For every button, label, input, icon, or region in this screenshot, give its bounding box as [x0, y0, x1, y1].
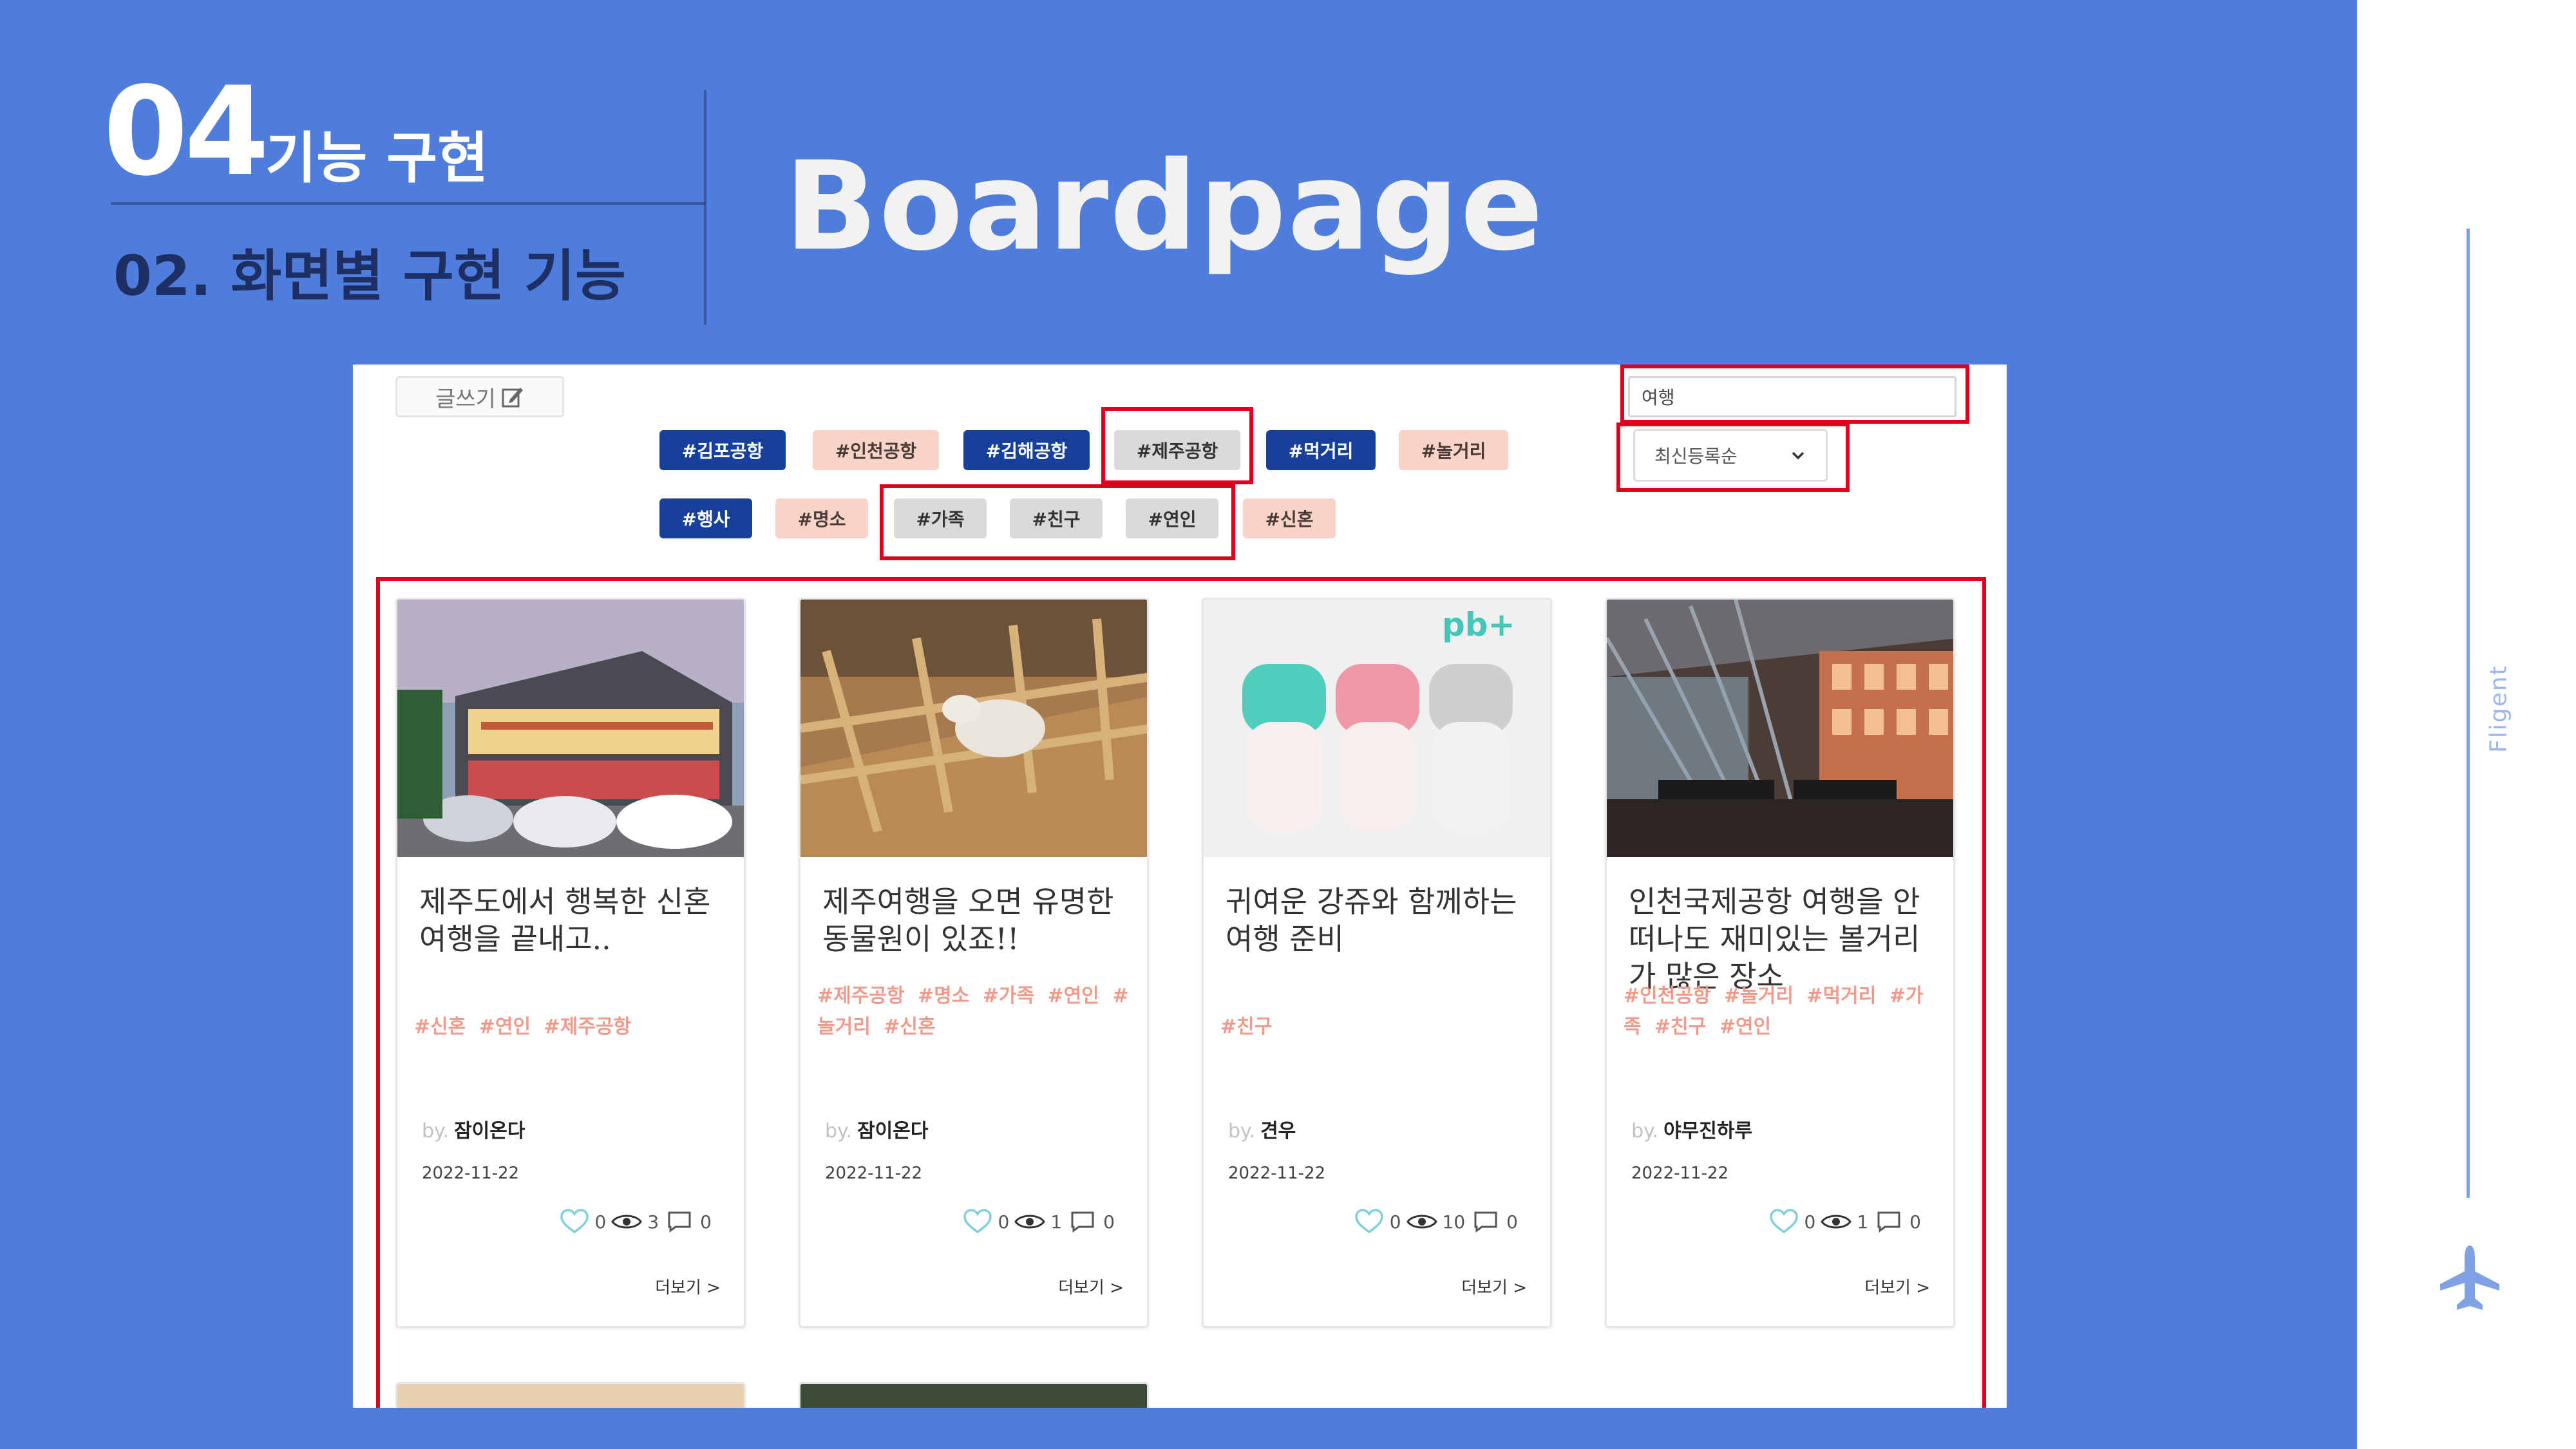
tag-fun[interactable]: #놀거리	[1399, 430, 1508, 470]
comment-icon	[1071, 1211, 1094, 1233]
tag-honeymoon[interactable]: #신혼	[1243, 498, 1336, 538]
post-thumbnail	[800, 600, 1147, 857]
post-card[interactable]: 제주여행을 오면 유명한 동물원이 있죠!! #제주공항 #명소 #가족 #연인…	[799, 598, 1149, 1328]
eye-icon	[611, 1215, 643, 1229]
post-date: 2022-11-22	[1228, 1164, 1326, 1183]
like-count: 0	[594, 1211, 607, 1233]
post-title: 인천국제공항 여행을 안 떠나도 재미있는 볼거리가 많은 장소	[1629, 884, 1920, 994]
post-card-partial[interactable]	[395, 1382, 746, 1408]
post-title: 제주여행을 오면 유명한 동물원이 있죠!!	[822, 884, 1114, 956]
highlight-tag-group	[880, 484, 1235, 560]
view-count: 3	[647, 1211, 659, 1233]
author-name: 잠이온다	[857, 1120, 929, 1142]
post-author: by. 야무진하루	[1631, 1115, 1752, 1143]
post-thumbnail	[1607, 600, 1953, 857]
highlight-sort	[1616, 422, 1850, 492]
heart-icon[interactable]	[1354, 1209, 1385, 1235]
post-card[interactable]: 제주도에서 행복한 신혼여행을 끝내고.. #신혼 #연인 #제주공항 by. 잠…	[395, 598, 746, 1328]
view-count: 10	[1442, 1211, 1466, 1233]
header-vertical-divider	[704, 90, 706, 325]
header-divider	[111, 202, 706, 205]
write-post-button[interactable]: 글쓰기	[395, 376, 564, 417]
post-author: by. 견우	[1228, 1115, 1296, 1143]
image-brand-mark: pb+	[1442, 606, 1515, 643]
tag-gimhae[interactable]: #김해공항	[963, 430, 1090, 470]
post-author: by. 잠이온다	[422, 1115, 525, 1143]
author-name: 잠이온다	[454, 1120, 526, 1142]
subsection-title: 02. 화면별 구현 기능	[113, 244, 627, 308]
author-name: 견우	[1260, 1120, 1296, 1142]
section-title: 기능 구현	[265, 126, 489, 191]
brand-vertical-text: Fligent	[2485, 665, 2512, 753]
post-tags: #인천공항 #놀거리 #먹거리 #가족 #친구 #연인	[1624, 985, 1924, 1038]
pencil-icon	[502, 388, 523, 408]
post-date: 2022-11-22	[1631, 1164, 1729, 1183]
author-prefix: by.	[422, 1120, 450, 1142]
tag-gimpo[interactable]: #김포공항	[659, 430, 786, 470]
post-date: 2022-11-22	[825, 1164, 923, 1183]
post-thumbnail	[397, 600, 744, 857]
write-label: 글쓰기	[435, 386, 496, 412]
comment-count: 0	[1909, 1211, 1921, 1233]
author-name: 야무진하루	[1663, 1120, 1753, 1142]
post-title: 제주도에서 행복한 신혼여행을 끝내고..	[419, 884, 711, 956]
like-count: 0	[1804, 1211, 1816, 1233]
post-card[interactable]: 인천국제공항 여행을 안 떠나도 재미있는 볼거리가 많은 장소 #인천공항 #…	[1605, 598, 1955, 1328]
post-stats: 0 1 0	[1768, 1209, 1921, 1235]
post-stats: 0 10 0	[1354, 1209, 1518, 1235]
author-prefix: by.	[1228, 1120, 1256, 1142]
post-title: 귀여운 강쥬와 함께하는 여행 준비	[1226, 884, 1517, 956]
heart-icon[interactable]	[559, 1209, 590, 1235]
highlight-tag-jeju	[1101, 407, 1253, 484]
heart-icon[interactable]	[1768, 1209, 1799, 1235]
post-thumbnail: pb+	[1204, 600, 1550, 857]
post-card-partial[interactable]	[799, 1382, 1149, 1408]
view-count: 1	[1050, 1211, 1063, 1233]
author-prefix: by.	[825, 1120, 853, 1142]
section-number: 04	[103, 61, 269, 203]
board-screenshot: 글쓰기 여행 최신등록순 #김포공항 #인천공항 #김해공항 #제주공항 #먹거…	[353, 365, 2007, 1408]
eye-icon	[1406, 1215, 1437, 1229]
post-stats: 0 3 0	[559, 1209, 712, 1235]
comment-icon	[1474, 1211, 1497, 1233]
tag-event[interactable]: #행사	[659, 498, 752, 538]
comment-count: 0	[700, 1211, 712, 1233]
more-link[interactable]: 더보기 >	[1864, 1274, 1930, 1298]
comment-count: 0	[1103, 1211, 1115, 1233]
post-stats: 0 1 0	[962, 1209, 1115, 1235]
comment-count: 0	[1506, 1211, 1518, 1233]
tag-attraction[interactable]: #명소	[775, 498, 868, 538]
view-count: 1	[1857, 1211, 1869, 1233]
post-date: 2022-11-22	[422, 1164, 520, 1183]
author-prefix: by.	[1631, 1120, 1659, 1142]
more-link[interactable]: 더보기 >	[1461, 1274, 1527, 1298]
comment-icon	[1877, 1211, 1900, 1233]
post-tags: #친구	[1220, 1016, 1273, 1038]
like-count: 0	[1389, 1211, 1401, 1233]
post-tags: #제주공항 #명소 #가족 #연인 #놀거리 #신혼	[817, 985, 1129, 1038]
like-count: 0	[998, 1211, 1010, 1233]
more-link[interactable]: 더보기 >	[655, 1274, 721, 1298]
heart-icon[interactable]	[962, 1209, 993, 1235]
post-author: by. 잠이온다	[825, 1115, 928, 1143]
post-card[interactable]: pb+ 귀여운 강쥬와 함께하는 여행 준비 #친구 by. 견우 2022-11…	[1202, 598, 1552, 1328]
highlight-search	[1620, 365, 1969, 424]
tag-incheon[interactable]: #인천공항	[813, 430, 939, 470]
more-link[interactable]: 더보기 >	[1058, 1274, 1124, 1298]
page-title: Boardpage	[784, 135, 1545, 278]
comment-icon	[668, 1211, 691, 1233]
plane-icon	[2440, 1245, 2499, 1310]
post-tags: #신혼 #연인 #제주공항	[414, 1016, 632, 1038]
tag-food[interactable]: #먹거리	[1266, 430, 1376, 470]
side-divider-line	[2467, 229, 2470, 1198]
eye-icon	[1821, 1215, 1852, 1229]
eye-icon	[1014, 1215, 1046, 1229]
